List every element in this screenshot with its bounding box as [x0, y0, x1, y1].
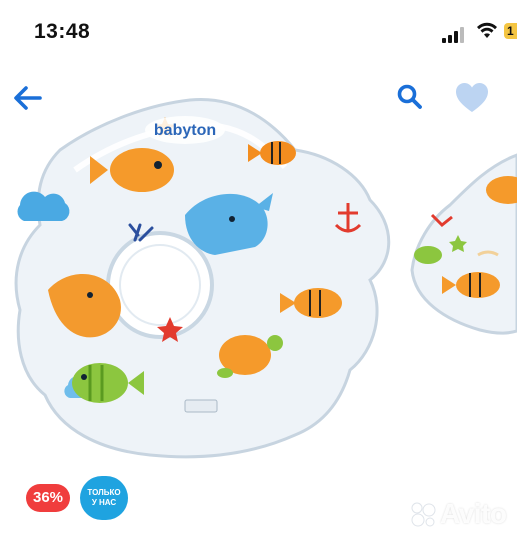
product-gallery[interactable]: babyton	[0, 95, 517, 540]
exclusive-badge: ТОЛЬКО У НАС	[80, 476, 128, 520]
avito-logo-icon	[411, 502, 436, 527]
brand-logo: babyton	[154, 122, 216, 139]
battery-level: 1	[507, 24, 514, 38]
status-bar: 13:48 1	[0, 0, 517, 62]
status-time: 13:48	[34, 20, 91, 43]
signal-icon	[442, 25, 470, 43]
wifi-icon	[477, 22, 497, 38]
avito-watermark: Avito	[440, 498, 507, 529]
next-image-peek	[410, 153, 517, 335]
swim-ring-image: babyton	[14, 97, 391, 459]
product-photo[interactable]: babyton	[0, 95, 517, 540]
battery-icon: 1	[504, 23, 517, 39]
discount-badge: 36%	[26, 484, 70, 512]
